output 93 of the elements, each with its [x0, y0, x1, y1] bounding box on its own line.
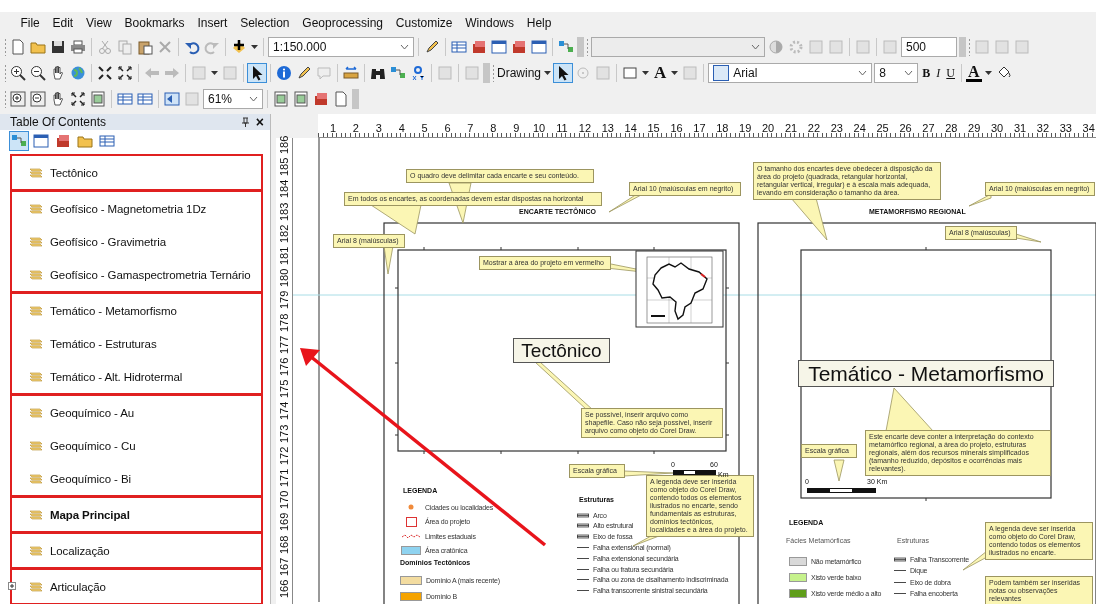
ruler-number: 8 — [490, 122, 497, 134]
ruler-number: 183 — [278, 204, 290, 221]
ruler-number: 1 — [329, 122, 337, 134]
ruler-number: 20 — [761, 122, 775, 134]
ruler-number: 33 — [1059, 122, 1072, 134]
ruler-number: 177 — [278, 337, 290, 354]
ruler-number: 7 — [467, 122, 474, 134]
ruler-number: 13 — [601, 122, 614, 134]
ruler-number: 173 — [278, 426, 290, 443]
close-button[interactable]: × — [255, 115, 264, 129]
menu-item[interactable]: Customize — [389, 16, 459, 30]
ruler-number: 174 — [278, 404, 290, 421]
scale-combo[interactable]: 1:150.000 — [268, 37, 414, 57]
menu-item[interactable]: Windows — [458, 16, 521, 30]
drawing-menu[interactable]: Drawing — [497, 66, 552, 80]
ruler-number: 18 — [716, 122, 729, 134]
layer-name[interactable]: Geoquímico - Cu — [50, 439, 136, 452]
ruler-number: 167 — [278, 559, 290, 576]
ruler-number: 172 — [278, 448, 290, 465]
menu-item[interactable]: Geoprocessing — [295, 16, 390, 30]
layer-name[interactable]: Geofísico - Gamaspectrometria Ternário — [50, 268, 251, 281]
ruler-number: 182 — [278, 226, 290, 243]
ruler-number: 181 — [278, 249, 290, 265]
ruler-number: 180 — [278, 271, 290, 288]
text-tool[interactable]: A — [652, 63, 669, 83]
layer-name[interactable]: Geoquímico - Au — [50, 406, 135, 419]
ruler-number: 32 — [1036, 122, 1049, 134]
ruler-number: 34 — [1082, 122, 1095, 134]
ruler-number: 16 — [670, 122, 683, 134]
layer-name[interactable]: Tectônico — [50, 166, 98, 179]
bold-button[interactable]: B — [920, 65, 933, 81]
ruler-number: 171 — [278, 471, 290, 487]
ruler-number: 10 — [532, 122, 546, 134]
ruler-number: 184 — [278, 182, 290, 199]
ruler-number: 24 — [853, 122, 866, 134]
layer-name[interactable]: Geofísico - Gravimetria — [50, 235, 166, 248]
ruler-number: 17 — [693, 122, 706, 134]
panel-title: Table Of Contents — [10, 115, 107, 129]
ruler-number: 3 — [375, 122, 382, 134]
ruler-number: 26 — [899, 122, 912, 134]
menu-item[interactable]: Selection — [233, 16, 296, 30]
layer-name[interactable]: Temático - Metamorfismo — [50, 304, 177, 317]
menu-item[interactable]: Bookmarks — [118, 16, 191, 30]
ruler-number: 28 — [945, 122, 958, 134]
ruler-number: 31 — [1013, 122, 1027, 134]
ruler-number: 178 — [278, 315, 290, 332]
ruler-number: 5 — [421, 122, 428, 134]
menu-item[interactable]: View — [79, 16, 119, 30]
ruler-number: 9 — [513, 122, 520, 134]
layer-name[interactable]: Mapa Principal — [50, 508, 130, 521]
ruler-number: 15 — [647, 122, 660, 134]
font-color-button[interactable]: A — [966, 64, 982, 82]
map-label: Temático - Metamorfismo — [798, 360, 1054, 387]
map-label: Tectônico — [513, 338, 610, 363]
ruler-number: 185 — [278, 160, 290, 177]
ruler-number: 12 — [578, 122, 591, 134]
layer-name[interactable]: Geofísico - Magnetometria 1Dz — [50, 202, 207, 215]
layer-name[interactable]: Temático - Alt. Hidrotermal — [50, 370, 183, 383]
ruler-number: 170 — [278, 493, 290, 510]
ruler-number: 166 — [278, 582, 290, 598]
ruler-number: 169 — [278, 515, 290, 532]
ruler-number: 22 — [807, 122, 820, 134]
menu-item[interactable]: Help — [520, 16, 558, 30]
zoom-combo[interactable]: 61% — [203, 89, 263, 109]
ruler-number: 14 — [624, 122, 637, 134]
ruler-number: 6 — [444, 122, 451, 134]
font-combo[interactable]: Arial — [708, 63, 873, 83]
font-size-combo[interactable]: 8 — [874, 63, 919, 83]
ruler-number: 30 — [990, 122, 1004, 134]
menu-item[interactable]: Insert — [191, 16, 234, 30]
layer-name[interactable]: Articulação — [50, 580, 106, 593]
ruler-number: 29 — [968, 122, 981, 134]
ruler-number: 179 — [278, 293, 290, 310]
ruler-number: 19 — [739, 122, 752, 134]
ruler-number: 186 — [278, 138, 290, 154]
ruler-number: 23 — [830, 122, 843, 134]
underline-button[interactable]: U — [944, 65, 957, 81]
layer-name[interactable]: Geoquímico - Bi — [50, 472, 131, 485]
ruler-number: 168 — [278, 537, 290, 554]
menu-item[interactable]: Edit — [46, 16, 80, 30]
ruler-number: 2 — [352, 122, 359, 134]
menu-item[interactable]: File — [14, 16, 47, 30]
layer-name[interactable]: Temático - Estruturas — [50, 337, 157, 350]
ruler-number: 11 — [556, 122, 568, 134]
italic-button[interactable]: I — [934, 65, 943, 81]
ruler-number: 27 — [922, 122, 935, 134]
ruler-number: 25 — [876, 122, 889, 134]
ruler-number: 176 — [278, 360, 290, 376]
ruler-number: 175 — [278, 382, 290, 399]
spin-field[interactable]: 500 — [901, 37, 957, 57]
ruler-number: 4 — [398, 122, 405, 134]
layer-name[interactable]: Localização — [50, 544, 110, 557]
ruler-number: 21 — [784, 122, 798, 134]
